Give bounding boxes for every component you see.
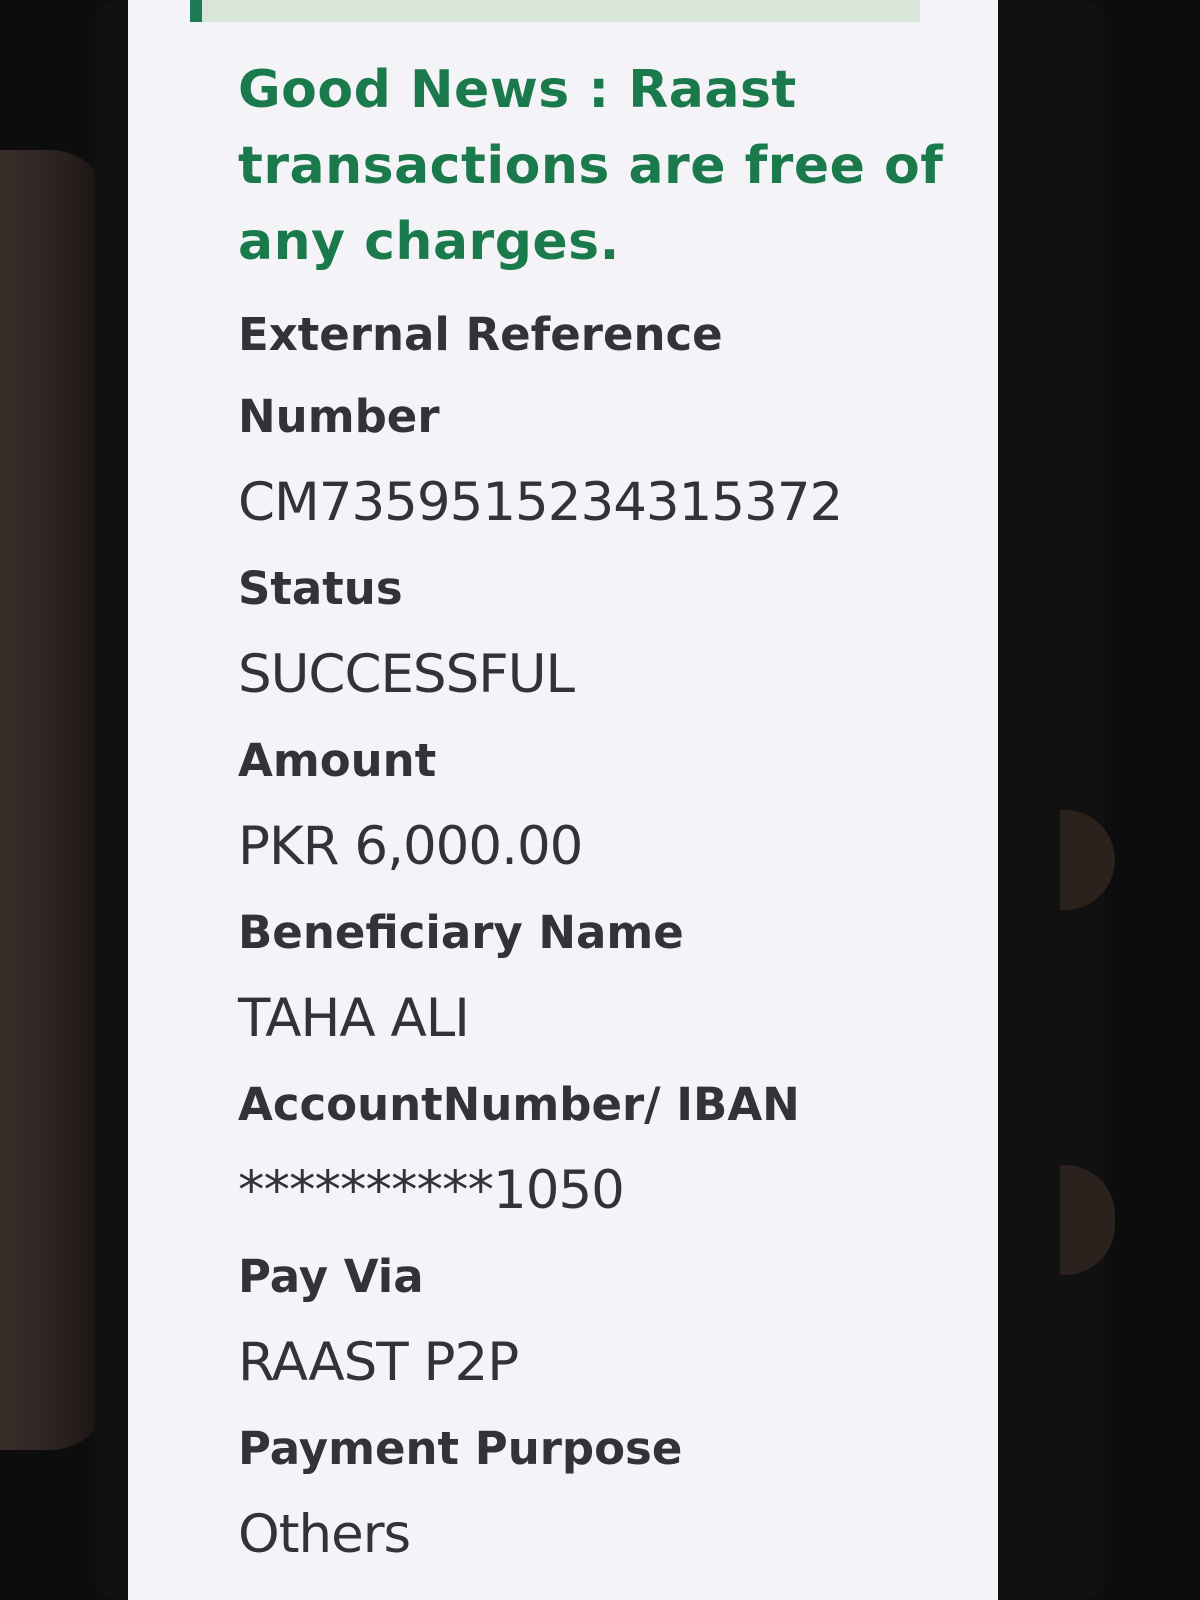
- detail-label: Pay Via: [238, 1250, 424, 1303]
- detail-value: **********1050: [238, 1160, 625, 1221]
- detail-label: Payment Purpose: [238, 1422, 683, 1475]
- detail-account-number: AccountNumber/ IBAN **********1050: [238, 1064, 958, 1236]
- detail-payment-purpose: Payment Purpose Others: [238, 1408, 958, 1580]
- detail-value: CM7359515234315372: [238, 472, 843, 533]
- detail-amount: Amount PKR 6,000.00: [238, 720, 958, 892]
- free-transaction-notice: Good News : Raast transactions are free …: [238, 60, 944, 272]
- detail-label: Status: [238, 562, 403, 615]
- detail-value: SUCCESSFUL: [238, 644, 575, 705]
- detail-label: Amount: [238, 734, 437, 787]
- detail-value: RAAST P2P: [238, 1332, 519, 1393]
- detail-label: AccountNumber/ IBAN: [238, 1078, 800, 1131]
- hand-finger-upper: [1060, 810, 1115, 910]
- top-banner: [190, 0, 920, 22]
- transaction-details: Good News : Raast transactions are free …: [238, 52, 958, 1580]
- detail-value: TAHA ALI: [238, 988, 470, 1049]
- detail-value: PKR 6,000.00: [238, 816, 583, 877]
- hand-left: [0, 150, 110, 1450]
- detail-pay-via: Pay Via RAAST P2P: [238, 1236, 958, 1408]
- hand-finger-lower: [1060, 1165, 1115, 1275]
- detail-label: Beneficiary Name: [238, 906, 684, 959]
- detail-beneficiary-name: Beneficiary Name TAHA ALI: [238, 892, 958, 1064]
- detail-status: Status SUCCESSFUL: [238, 548, 958, 720]
- phone-screen: Good News : Raast transactions are free …: [128, 0, 998, 1600]
- detail-label: External Reference Number: [238, 308, 723, 443]
- detail-external-reference: External Reference Number CM735951523431…: [238, 294, 958, 548]
- detail-value: Others: [238, 1504, 411, 1565]
